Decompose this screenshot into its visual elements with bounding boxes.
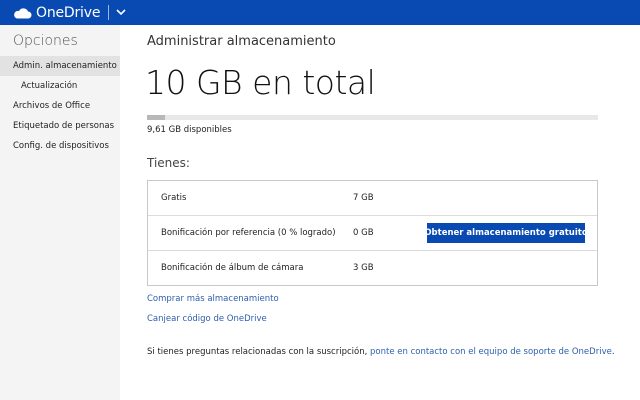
row-value: 0 GB	[353, 228, 374, 238]
app-menu-button[interactable]	[115, 7, 127, 19]
brand-name: OneDrive	[36, 4, 101, 21]
contact-support-link[interactable]: ponte en contacto con el equipo de sopor…	[370, 347, 612, 357]
storage-total: 10 GB en total	[145, 63, 376, 102]
row-name: Bonificación de álbum de cámara	[161, 263, 304, 273]
row-name: Gratis	[161, 193, 187, 203]
support-note-text: Si tienes preguntas relacionadas con la …	[147, 347, 368, 357]
main-content: Administrar almacenamiento 10 GB en tota…	[145, 25, 615, 400]
have-heading: Tienes:	[147, 156, 190, 170]
buy-more-storage-link[interactable]: Comprar más almacenamiento	[147, 294, 279, 304]
storage-available: 9,61 GB disponibles	[147, 125, 232, 135]
topbar-divider	[108, 5, 110, 20]
cloud-icon	[14, 7, 32, 19]
row-name: Bonificación por referencia (0 % logrado…	[161, 228, 336, 238]
redeem-code-link[interactable]: Canjear código de OneDrive	[147, 314, 267, 324]
onedrive-logo[interactable]: OneDrive	[12, 5, 100, 21]
row-value: 3 GB	[353, 263, 374, 273]
table-row: Bonificación de álbum de cámara 3 GB	[148, 251, 597, 285]
sidebar-item-admin-almacenamiento[interactable]: Admin. almacenamiento	[0, 56, 120, 76]
storage-usage-fill	[147, 115, 165, 120]
support-note: Si tienes preguntas relacionadas con la …	[147, 347, 615, 357]
row-value: 7 GB	[353, 193, 374, 203]
sidebar-item-config-de-dispositivos[interactable]: Config. de dispositivos	[0, 136, 120, 156]
table-row: Gratis 7 GB	[148, 181, 597, 216]
top-bar: OneDrive	[0, 0, 640, 25]
get-free-storage-button[interactable]: Obtener almacenamiento gratuito	[424, 223, 588, 243]
storage-usage-bar	[147, 115, 598, 120]
storage-table: Gratis 7 GB Bonificación por referencia …	[147, 180, 598, 286]
sidebar-title: Opciones	[13, 33, 78, 49]
chevron-down-icon	[116, 9, 126, 16]
table-row: Bonificación por referencia (0 % logrado…	[148, 216, 597, 251]
sidebar: Opciones Admin. almacenamiento Actualiza…	[0, 25, 120, 400]
sidebar-item-actualizacion[interactable]: Actualización	[0, 76, 120, 96]
sidebar-item-archivos-de-office[interactable]: Archivos de Office	[0, 96, 120, 116]
support-note-end: .	[611, 347, 615, 357]
sidebar-item-etiquetado-de-personas[interactable]: Etiquetado de personas	[0, 116, 120, 136]
page-title: Administrar almacenamiento	[147, 34, 336, 49]
